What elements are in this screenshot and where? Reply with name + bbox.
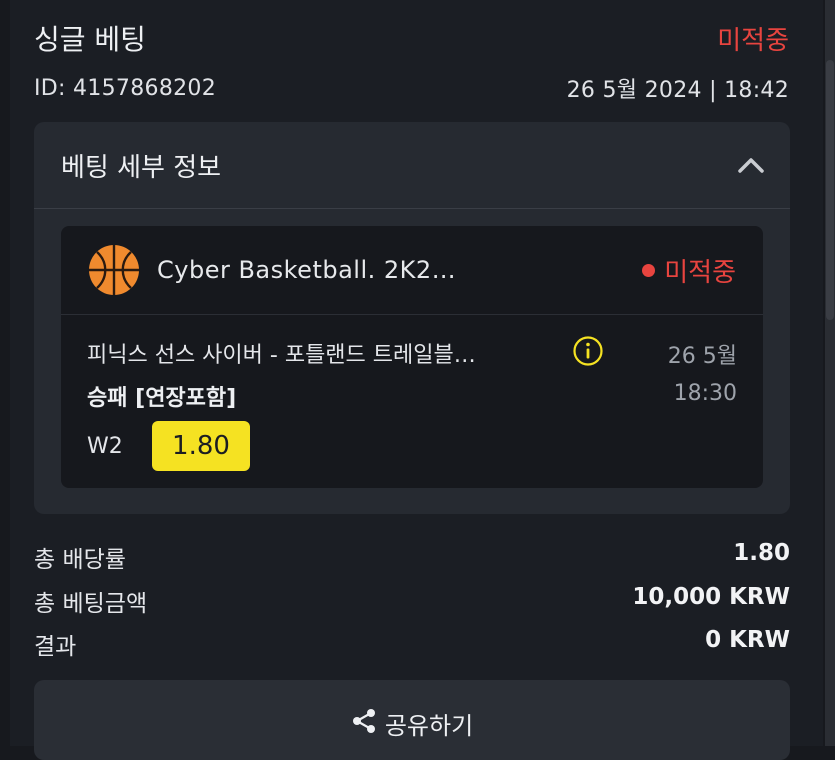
- bet-pick: W2: [87, 434, 123, 459]
- event-time: 18:30: [673, 381, 737, 406]
- result-row: 결과 0 KRW: [34, 627, 790, 661]
- bet-header: 싱글 베팅 미적중: [34, 18, 789, 58]
- info-icon[interactable]: [572, 335, 604, 367]
- bet-status: 미적중: [717, 25, 789, 56]
- status-dot-icon: [642, 263, 656, 277]
- basketball-icon: [88, 244, 140, 296]
- share-button-label: 공유하기: [384, 712, 474, 740]
- bet-details-header[interactable]: 베팅 세부 정보: [34, 122, 790, 209]
- bet-datetime: 26 5월 2024 | 18:42: [566, 78, 789, 103]
- event-status-label: 미적중: [664, 257, 736, 288]
- share-icon: [352, 709, 375, 733]
- total-stake-label: 총 베팅금액: [34, 591, 148, 617]
- event-date: 26 5월: [667, 344, 737, 369]
- total-odds-row: 총 배당률 1.80: [34, 540, 790, 574]
- scrollbar-thumb[interactable]: [826, 60, 834, 320]
- event-status: 미적중: [642, 252, 736, 289]
- result-value: 0 KRW: [705, 627, 790, 653]
- bet-details-card: 베팅 세부 정보 Cyber Basketball. 2K2… 미적중 피닉스 …: [34, 122, 790, 514]
- event-match-name: 피닉스 선스 사이버 - 포틀랜드 트레일블…: [87, 343, 476, 368]
- share-button[interactable]: 공유하기: [34, 680, 790, 760]
- event-card: Cyber Basketball. 2K2… 미적중 피닉스 선스 사이버 - …: [61, 226, 763, 488]
- total-odds-value: 1.80: [733, 540, 790, 566]
- bet-details-title: 베팅 세부 정보: [61, 152, 222, 183]
- bet-meta: ID: 4157868202 26 5월 2024 | 18:42: [34, 72, 789, 104]
- event-header: Cyber Basketball. 2K2… 미적중: [61, 226, 763, 315]
- event-sport-league: Cyber Basketball. 2K2…: [157, 256, 457, 284]
- bet-id: ID: 4157868202: [34, 75, 217, 101]
- result-label: 결과: [34, 634, 77, 660]
- scrollbar-track[interactable]: [825, 0, 835, 746]
- total-stake-row: 총 베팅금액 10,000 KRW: [34, 584, 790, 618]
- bet-market: 승패 [연장포함]: [87, 386, 237, 411]
- odds-badge: 1.80: [152, 421, 250, 471]
- total-odds-label: 총 배당률: [34, 547, 126, 573]
- total-stake-value: 10,000 KRW: [632, 584, 790, 610]
- bet-type-title: 싱글 베팅: [34, 23, 146, 56]
- chevron-up-icon[interactable]: [736, 150, 766, 180]
